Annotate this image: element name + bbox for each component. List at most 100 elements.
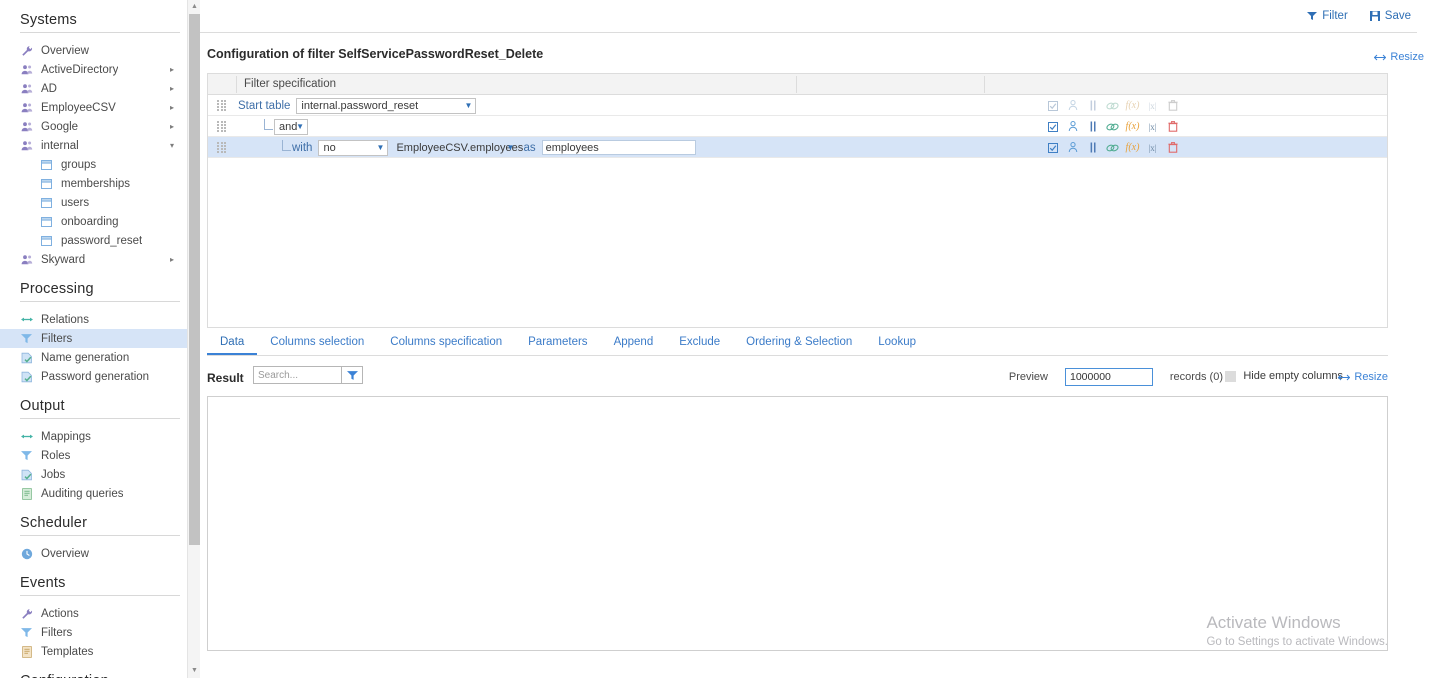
join-table-select[interactable]: EmployeeCSV.employees▼ bbox=[392, 140, 516, 155]
sidebar-item-internal[interactable]: internal▾ bbox=[0, 136, 200, 155]
row-drag-handle[interactable] bbox=[217, 100, 227, 111]
tab-ordering-selection[interactable]: Ordering & Selection bbox=[733, 336, 865, 353]
sidebar-item-users[interactable]: users bbox=[0, 193, 200, 212]
absolute-value-icon[interactable]: |x| bbox=[1144, 116, 1161, 137]
tab-lookup[interactable]: Lookup bbox=[865, 336, 929, 353]
clock-icon bbox=[20, 547, 33, 560]
checkbox-icon[interactable] bbox=[1044, 137, 1061, 158]
alias-input[interactable] bbox=[542, 140, 696, 155]
sidebar-item-employeecsv[interactable]: EmployeeCSV▸ bbox=[0, 98, 200, 117]
absolute-value-icon[interactable]: |x| bbox=[1144, 137, 1161, 158]
tab-parameters[interactable]: Parameters bbox=[515, 336, 600, 353]
system-icon bbox=[20, 253, 33, 266]
search-input[interactable] bbox=[253, 366, 341, 384]
expand-caret-icon[interactable]: ▸ bbox=[170, 256, 174, 264]
person-icon[interactable] bbox=[1064, 95, 1081, 116]
sidebar-item-relations[interactable]: Relations bbox=[0, 310, 200, 329]
sidebar-item-jobs[interactable]: Jobs bbox=[0, 465, 200, 484]
tab-columns-selection[interactable]: Columns selection bbox=[257, 336, 377, 353]
parallel-bars-icon[interactable] bbox=[1084, 137, 1101, 158]
link-icon[interactable] bbox=[1104, 116, 1121, 137]
scroll-up-arrow-icon[interactable]: ▲ bbox=[188, 0, 200, 14]
result-toolbar: Result Preview records (0) Hide empty co… bbox=[207, 366, 1388, 392]
generation-icon bbox=[20, 468, 33, 481]
expand-caret-icon[interactable]: ▸ bbox=[170, 85, 174, 93]
sidebar-item-filters[interactable]: Filters bbox=[0, 623, 200, 642]
checkbox-icon[interactable] bbox=[1044, 116, 1061, 137]
save-button[interactable]: Save bbox=[1370, 10, 1411, 22]
sidebar-item-password-reset[interactable]: password_reset bbox=[0, 231, 200, 250]
tab-label: Lookup bbox=[878, 336, 916, 348]
negate-select[interactable]: no▼ bbox=[318, 140, 388, 156]
operator-select[interactable]: and▼ bbox=[274, 119, 308, 135]
sidebar-item-activedirectory[interactable]: ActiveDirectory▸ bbox=[0, 60, 200, 79]
sidebar-item-skyward[interactable]: Skyward ▸ bbox=[0, 250, 200, 269]
person-icon[interactable] bbox=[1064, 137, 1081, 158]
filter-spec-row[interactable]: and▼ f(x)|x| bbox=[208, 116, 1387, 137]
expand-caret-icon[interactable]: ▸ bbox=[170, 123, 174, 131]
hide-empty-columns-checkbox[interactable] bbox=[1225, 371, 1236, 382]
sidebar-item-label: password_reset bbox=[61, 235, 142, 247]
sidebar-item-mappings[interactable]: Mappings bbox=[0, 427, 200, 446]
sidebar-item-password-generation[interactable]: Password generation bbox=[0, 367, 200, 386]
expand-caret-icon[interactable]: ▸ bbox=[170, 104, 174, 112]
sidebar-scrollbar[interactable]: ▲ ▼ bbox=[187, 0, 200, 678]
sidebar-item-label: Skyward bbox=[41, 254, 85, 266]
hide-empty-columns-toggle[interactable]: Hide empty columns bbox=[1225, 370, 1343, 382]
sidebar-item-memberships[interactable]: memberships bbox=[0, 174, 200, 193]
filter-spec-header: Filter specification bbox=[208, 74, 1387, 95]
search-filter-dropdown-button[interactable] bbox=[341, 366, 363, 384]
filter-button[interactable]: Filter bbox=[1307, 10, 1348, 22]
parallel-bars-icon[interactable] bbox=[1084, 116, 1101, 137]
tab-exclude[interactable]: Exclude bbox=[666, 336, 733, 353]
parallel-bars-icon[interactable] bbox=[1084, 95, 1101, 116]
sidebar-item-actions[interactable]: Actions bbox=[0, 604, 200, 623]
person-icon[interactable] bbox=[1064, 116, 1081, 137]
expand-caret-icon[interactable]: ▾ bbox=[170, 142, 174, 150]
function-icon[interactable]: f(x) bbox=[1124, 95, 1141, 116]
sidebar-item-filters[interactable]: Filters bbox=[0, 329, 200, 348]
row-drag-handle[interactable] bbox=[217, 142, 227, 153]
link-icon[interactable] bbox=[1104, 137, 1121, 158]
filter-spec-row[interactable]: Start tableinternal.password_reset▼f(x)|… bbox=[208, 95, 1387, 116]
sidebar-item-google[interactable]: Google ▸ bbox=[0, 117, 200, 136]
start-table-select[interactable]: internal.password_reset▼ bbox=[296, 98, 476, 114]
preview-count-input[interactable] bbox=[1065, 368, 1153, 386]
sidebar-item-ad[interactable]: AD▸ bbox=[0, 79, 200, 98]
tab-data[interactable]: Data bbox=[207, 336, 257, 355]
sidebar-scrollbar-thumb[interactable] bbox=[189, 14, 200, 545]
resize-result-panel-button[interactable]: Resize bbox=[1338, 371, 1388, 383]
sidebar-item-groups[interactable]: groups bbox=[0, 155, 200, 174]
resize-arrows-icon bbox=[1338, 374, 1350, 381]
sidebar-item-label: Mappings bbox=[41, 431, 91, 443]
row-action-icons: f(x)|x| bbox=[1044, 95, 1181, 116]
row-drag-handle[interactable] bbox=[217, 121, 227, 132]
page-title: Configuration of filter SelfServicePassw… bbox=[207, 47, 543, 61]
sidebar-item-overview[interactable]: Overview bbox=[0, 544, 200, 563]
sidebar-item-auditing-queries[interactable]: Auditing queries bbox=[0, 484, 200, 503]
trash-icon[interactable] bbox=[1164, 95, 1181, 116]
tab-columns-specification[interactable]: Columns specification bbox=[377, 336, 515, 353]
function-icon[interactable]: f(x) bbox=[1124, 116, 1141, 137]
checkbox-icon[interactable] bbox=[1044, 95, 1061, 116]
tab-label: Columns specification bbox=[390, 336, 502, 348]
sidebar-item-roles[interactable]: Roles bbox=[0, 446, 200, 465]
sidebar-item-name-generation[interactable]: Name generation bbox=[0, 348, 200, 367]
function-icon[interactable]: f(x) bbox=[1124, 137, 1141, 158]
sidebar-item-onboarding[interactable]: onboarding bbox=[0, 212, 200, 231]
sidebar-item-label: Google bbox=[41, 121, 78, 133]
sidebar-item-overview[interactable]: Overview bbox=[0, 41, 200, 60]
hide-empty-columns-label: Hide empty columns bbox=[1243, 370, 1343, 382]
filter-spec-row[interactable]: withno▼EmployeeCSV.employees▼asf(x)|x| bbox=[208, 137, 1387, 158]
trash-icon[interactable] bbox=[1164, 116, 1181, 137]
absolute-value-icon[interactable]: |x| bbox=[1144, 95, 1161, 116]
tab-append[interactable]: Append bbox=[601, 336, 667, 353]
link-icon[interactable] bbox=[1104, 95, 1121, 116]
sidebar-item-templates[interactable]: Templates bbox=[0, 642, 200, 661]
scroll-down-arrow-icon[interactable]: ▼ bbox=[188, 664, 200, 678]
expand-caret-icon[interactable]: ▸ bbox=[170, 66, 174, 74]
result-table-panel[interactable] bbox=[207, 396, 1388, 651]
resize-spec-panel-button[interactable]: Resize bbox=[1374, 51, 1424, 63]
trash-icon[interactable] bbox=[1164, 137, 1181, 158]
table-icon bbox=[40, 158, 53, 171]
